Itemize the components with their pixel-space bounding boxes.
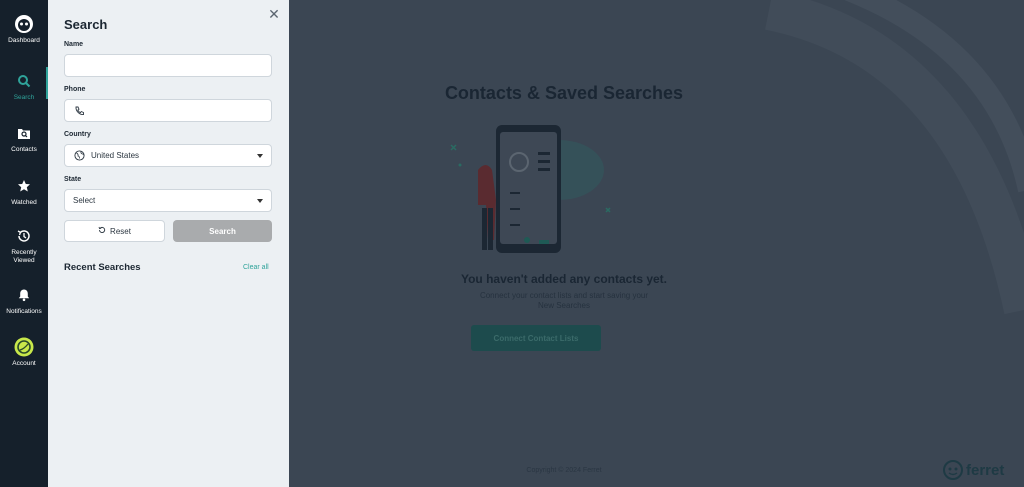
side-nav: Dashboard Search Contacts Watched Recent… xyxy=(0,0,48,487)
nav-label: Dashboard xyxy=(8,37,40,44)
history-icon xyxy=(14,226,34,246)
nav-recently-viewed[interactable]: Recently Viewed xyxy=(0,226,48,265)
nav-account[interactable]: Account xyxy=(0,337,48,368)
phone-icon xyxy=(73,105,85,117)
empty-state-subtitle-line-2: New Searches xyxy=(537,301,591,310)
reset-button[interactable]: Reset xyxy=(64,220,165,242)
nav-watched[interactable]: Watched xyxy=(0,176,48,207)
country-label: Country xyxy=(64,131,91,138)
nav-contacts[interactable]: Contacts xyxy=(0,123,48,154)
search-icon xyxy=(14,71,34,91)
panel-title: Search xyxy=(64,17,108,32)
nav-label: Watched xyxy=(11,199,37,206)
bell-icon xyxy=(14,285,34,305)
chevron-down-icon xyxy=(257,199,263,203)
empty-state-subtitle: Connect your contact lists and start sav… xyxy=(449,291,679,311)
state-select-value: Select xyxy=(73,196,96,205)
connect-contact-lists-button[interactable]: Connect Contact Lists xyxy=(471,325,601,351)
main-content: Contacts & Saved Searches You haven't ad… xyxy=(289,0,1024,487)
reset-button-label: Reset xyxy=(110,226,131,236)
nav-search[interactable]: Search xyxy=(0,67,48,102)
nav-notifications[interactable]: Notifications xyxy=(0,285,48,316)
nav-label: Search xyxy=(13,94,35,101)
logo-icon xyxy=(14,14,34,34)
name-label: Name xyxy=(64,41,84,48)
search-panel: Search ✕ Name Phone Country United State… xyxy=(48,0,289,487)
nav-label: Contacts xyxy=(11,146,37,153)
clear-all-link[interactable]: Clear all xyxy=(243,264,269,271)
chevron-down-icon xyxy=(257,154,263,158)
background-swirl xyxy=(764,0,1024,315)
country-select[interactable]: United States xyxy=(64,144,272,167)
state-label: State xyxy=(64,176,82,183)
empty-state-illustration xyxy=(450,125,611,253)
empty-state-subtitle-line-1: Connect your contact lists and start sav… xyxy=(479,291,649,300)
ferret-logo-text: ferret xyxy=(966,461,1005,479)
search-button[interactable]: Search xyxy=(173,220,272,242)
nav-label: Notifications xyxy=(6,308,42,315)
country-select-value: United States xyxy=(91,151,140,160)
nav-dashboard[interactable]: Dashboard xyxy=(0,14,48,45)
phone-label: Phone xyxy=(64,86,86,93)
nav-label: Recently Viewed xyxy=(11,249,37,264)
ferret-logo-icon xyxy=(943,460,963,480)
state-select[interactable]: Select xyxy=(64,189,272,212)
close-icon[interactable]: ✕ xyxy=(267,7,281,21)
recent-searches-title: Recent Searches xyxy=(64,262,141,273)
globe-icon xyxy=(73,150,85,162)
name-field[interactable] xyxy=(64,54,272,77)
phone-field[interactable] xyxy=(64,99,272,122)
star-icon xyxy=(14,176,34,196)
nav-label: Account xyxy=(12,360,36,367)
copyright: Copyright © 2024 Ferret xyxy=(526,467,602,474)
avatar-icon xyxy=(14,337,34,357)
contacts-folder-icon xyxy=(14,123,34,143)
empty-state-title: You haven't added any contacts yet. xyxy=(460,272,667,286)
page-title: Contacts & Saved Searches xyxy=(444,83,684,103)
ferret-logo: ferret xyxy=(943,460,1004,480)
reset-icon xyxy=(98,226,106,236)
